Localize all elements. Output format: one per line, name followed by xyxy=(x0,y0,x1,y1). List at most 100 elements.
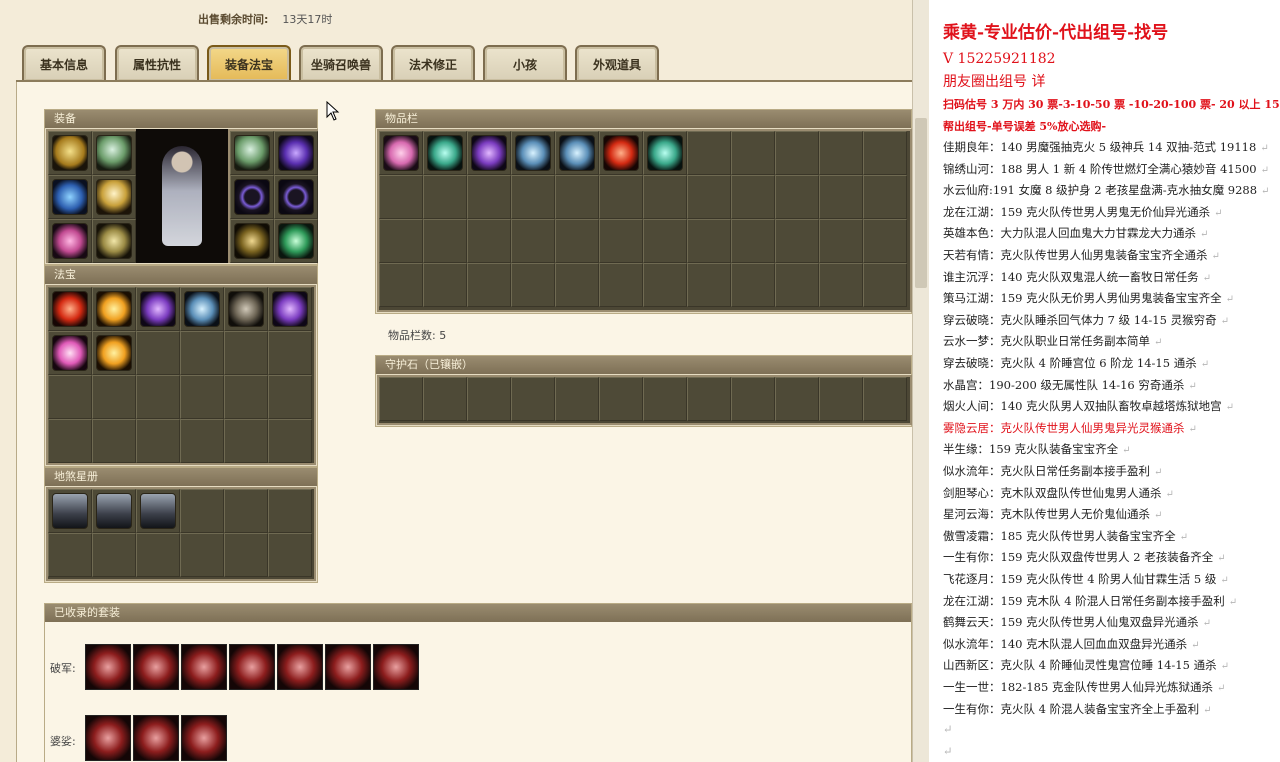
set-item-icon[interactable] xyxy=(85,644,131,690)
tab-spell-correction[interactable]: 法术修正 xyxy=(391,45,475,81)
inventory-slot[interactable] xyxy=(599,175,643,219)
inventory-slot[interactable] xyxy=(555,263,599,307)
inventory-slot[interactable] xyxy=(467,175,511,219)
set-item-icon[interactable] xyxy=(325,644,371,690)
tab-equipment[interactable]: 装备法宝 xyxy=(207,45,291,81)
inventory-slot[interactable] xyxy=(863,263,907,307)
equipment-slot[interactable] xyxy=(274,175,318,219)
treasure-slot[interactable] xyxy=(224,287,268,331)
inventory-slot[interactable] xyxy=(819,175,863,219)
inventory-slot[interactable] xyxy=(379,131,423,175)
inventory-slot[interactable] xyxy=(687,175,731,219)
treasure-slot[interactable] xyxy=(92,375,136,419)
inventory-slot[interactable] xyxy=(643,219,687,263)
equipment-slot[interactable] xyxy=(274,131,318,175)
treasure-slot[interactable] xyxy=(180,287,224,331)
guard-stone-slot[interactable] xyxy=(819,377,863,421)
inventory-slot[interactable] xyxy=(423,131,467,175)
dishasha-slot[interactable] xyxy=(136,533,180,577)
equipment-slot[interactable] xyxy=(48,175,92,219)
scrollbar-thumb[interactable] xyxy=(915,118,927,288)
inventory-slot[interactable] xyxy=(511,263,555,307)
dishasha-slot[interactable] xyxy=(136,489,180,533)
inventory-slot[interactable] xyxy=(379,263,423,307)
inventory-slot[interactable] xyxy=(599,263,643,307)
inventory-slot[interactable] xyxy=(467,263,511,307)
guard-stone-slot[interactable] xyxy=(467,377,511,421)
guard-stone-slot[interactable] xyxy=(687,377,731,421)
treasure-slot[interactable] xyxy=(180,375,224,419)
treasure-slot[interactable] xyxy=(48,287,92,331)
dishasha-slot[interactable] xyxy=(92,489,136,533)
equipment-slot[interactable] xyxy=(230,131,274,175)
inventory-slot[interactable] xyxy=(863,131,907,175)
dishasha-slot[interactable] xyxy=(224,533,268,577)
set-item-icon[interactable] xyxy=(133,644,179,690)
inventory-slot[interactable] xyxy=(555,131,599,175)
inventory-slot[interactable] xyxy=(511,219,555,263)
inventory-slot[interactable] xyxy=(687,131,731,175)
inventory-slot[interactable] xyxy=(643,131,687,175)
tab-appearance[interactable]: 外观道具 xyxy=(575,45,659,81)
treasure-slot[interactable] xyxy=(92,419,136,463)
inventory-slot[interactable] xyxy=(379,175,423,219)
inventory-slot[interactable] xyxy=(599,131,643,175)
inventory-slot[interactable] xyxy=(775,263,819,307)
inventory-slot[interactable] xyxy=(731,175,775,219)
treasure-slot[interactable] xyxy=(92,331,136,375)
dishasha-slot[interactable] xyxy=(268,533,312,577)
inventory-slot[interactable] xyxy=(775,175,819,219)
set-item-icon[interactable] xyxy=(181,715,227,761)
guard-stone-slot[interactable] xyxy=(379,377,423,421)
inventory-slot[interactable] xyxy=(555,219,599,263)
dishasha-slot[interactable] xyxy=(92,533,136,577)
tab-attributes[interactable]: 属性抗性 xyxy=(115,45,199,81)
dishasha-slot[interactable] xyxy=(180,533,224,577)
dishasha-slot[interactable] xyxy=(224,489,268,533)
treasure-slot[interactable] xyxy=(136,331,180,375)
dishasha-slot[interactable] xyxy=(48,489,92,533)
treasure-slot[interactable] xyxy=(224,375,268,419)
tab-mounts-pets[interactable]: 坐骑召唤兽 xyxy=(299,45,383,81)
guard-stone-slot[interactable] xyxy=(731,377,775,421)
treasure-slot[interactable] xyxy=(180,419,224,463)
treasure-slot[interactable] xyxy=(268,375,312,419)
inventory-slot[interactable] xyxy=(687,219,731,263)
set-item-icon[interactable] xyxy=(181,644,227,690)
dishasha-slot[interactable] xyxy=(268,489,312,533)
inventory-slot[interactable] xyxy=(379,219,423,263)
set-item-icon[interactable] xyxy=(229,644,275,690)
treasure-slot[interactable] xyxy=(268,287,312,331)
guard-stone-slot[interactable] xyxy=(511,377,555,421)
guard-stone-slot[interactable] xyxy=(599,377,643,421)
inventory-slot[interactable] xyxy=(555,175,599,219)
inventory-slot[interactable] xyxy=(819,219,863,263)
inventory-slot[interactable] xyxy=(731,131,775,175)
equipment-slot[interactable] xyxy=(92,131,136,175)
tab-children[interactable]: 小孩 xyxy=(483,45,567,81)
treasure-slot[interactable] xyxy=(136,419,180,463)
inventory-slot[interactable] xyxy=(599,219,643,263)
inventory-slot[interactable] xyxy=(467,131,511,175)
equipment-slot[interactable] xyxy=(92,175,136,219)
equipment-slot[interactable] xyxy=(274,219,318,263)
inventory-slot[interactable] xyxy=(423,219,467,263)
set-item-icon[interactable] xyxy=(133,715,179,761)
inventory-slot[interactable] xyxy=(643,263,687,307)
inventory-slot[interactable] xyxy=(863,175,907,219)
treasure-slot[interactable] xyxy=(224,419,268,463)
guard-stone-slot[interactable] xyxy=(555,377,599,421)
set-item-icon[interactable] xyxy=(85,715,131,761)
inventory-slot[interactable] xyxy=(731,219,775,263)
treasure-slot[interactable] xyxy=(180,331,224,375)
inventory-slot[interactable] xyxy=(775,219,819,263)
set-item-icon[interactable] xyxy=(277,644,323,690)
treasure-slot[interactable] xyxy=(48,375,92,419)
equipment-slot[interactable] xyxy=(48,219,92,263)
guard-stone-slot[interactable] xyxy=(863,377,907,421)
guard-stone-slot[interactable] xyxy=(423,377,467,421)
inventory-slot[interactable] xyxy=(467,219,511,263)
inventory-slot[interactable] xyxy=(423,175,467,219)
dishasha-slot[interactable] xyxy=(180,489,224,533)
inventory-slot[interactable] xyxy=(687,263,731,307)
